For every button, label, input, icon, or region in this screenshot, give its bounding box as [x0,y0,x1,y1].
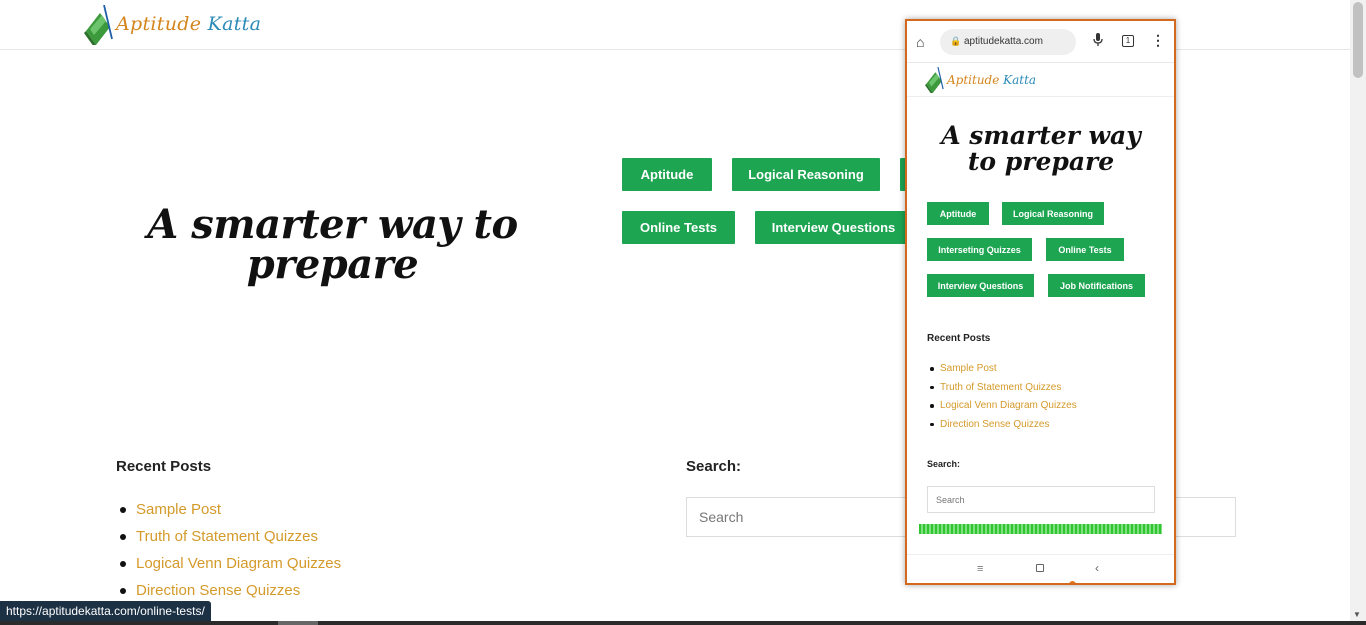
mobile-browser-toolbar: ⌂ 🔒 aptitudekatta.com 1 ⋮ [907,21,1174,63]
aptitude-button[interactable]: Aptitude [622,158,712,191]
book-logo-icon [925,67,944,93]
more-vert-icon[interactable]: ⋮ [1151,32,1165,49]
scroll-down-arrow-icon[interactable]: ▼ [1353,610,1361,619]
mobile-logical-reasoning-button[interactable]: Logical Reasoning [1002,202,1104,225]
hero-title: A smarter way to prepare [147,201,518,288]
mobile-recent-posts-list: Sample Post Truth of Statement Quizzes L… [927,363,1077,437]
mobile-preview-window: ⌂ 🔒 aptitudekatta.com 1 ⋮ Aptitude Katta… [905,19,1176,585]
recent-post-link[interactable]: Logical Venn Diagram Quizzes [116,554,341,581]
mobile-aptitude-button[interactable]: Aptitude [927,202,989,225]
home-icon[interactable]: ⌂ [916,34,924,50]
taskbar-strip [0,621,1366,625]
mobile-interesting-quizzes-button[interactable]: Interseting Quizzes [927,238,1032,261]
recent-post-link[interactable]: Truth of Statement Quizzes [116,527,341,554]
back-icon[interactable]: ‹ [1095,561,1099,575]
mobile-site-header: Aptitude Katta [907,63,1174,97]
mobile-interview-questions-button[interactable]: Interview Questions [927,274,1034,297]
online-tests-button[interactable]: Online Tests [622,211,735,244]
mobile-recent-post-link[interactable]: Logical Venn Diagram Quizzes [927,400,1077,419]
lock-icon: 🔒 [950,36,962,46]
mobile-online-tests-button[interactable]: Online Tests [1046,238,1124,261]
book-logo-icon [84,4,118,47]
mobile-recent-post-link[interactable]: Direction Sense Quizzes [927,419,1077,438]
mobile-recent-post-link[interactable]: Sample Post [927,363,1077,382]
logo-text: Aptitude Katta [116,13,262,35]
mobile-site-logo[interactable]: Aptitude Katta [925,67,1036,93]
mobile-decorative-banner [919,524,1162,534]
mobile-hero-title: A smarter way to prepare [941,121,1141,176]
recent-post-link[interactable]: Sample Post [116,500,341,527]
status-bar-url: https://aptitudekatta.com/online-tests/ [0,601,211,621]
tabs-icon[interactable]: 1 [1122,35,1134,47]
site-logo[interactable]: Aptitude Katta [84,4,262,47]
mic-icon[interactable] [1093,33,1103,50]
mobile-recent-posts-title: Recent Posts [927,333,991,344]
page-scrollbar[interactable]: ▼ [1350,0,1366,625]
search-label: Search: [686,458,742,475]
mobile-job-notifications-button[interactable]: Job Notifications [1048,274,1145,297]
mobile-search-input[interactable] [927,486,1155,513]
logical-reasoning-button[interactable]: Logical Reasoning [732,158,880,191]
mobile-recent-post-link[interactable]: Truth of Statement Quizzes [927,382,1077,401]
mobile-search-label: Search: [927,459,961,469]
mobile-url-text: aptitudekatta.com [964,36,1043,47]
android-nav-bar: ≡ ‹ [907,554,1174,583]
home-square-icon[interactable] [1036,564,1044,572]
recents-icon[interactable]: ≡ [977,563,983,575]
mobile-address-bar[interactable]: 🔒 aptitudekatta.com [940,29,1076,55]
recent-posts-list: Sample Post Truth of Statement Quizzes L… [116,500,341,608]
taskbar-indicator [278,621,318,625]
recent-posts-title: Recent Posts [116,458,212,475]
mobile-logo-text: Aptitude Katta [947,73,1037,87]
cursor-dot [1069,581,1076,583]
interview-questions-button[interactable]: Interview Questions [755,211,912,244]
scrollbar-thumb[interactable] [1353,2,1363,78]
